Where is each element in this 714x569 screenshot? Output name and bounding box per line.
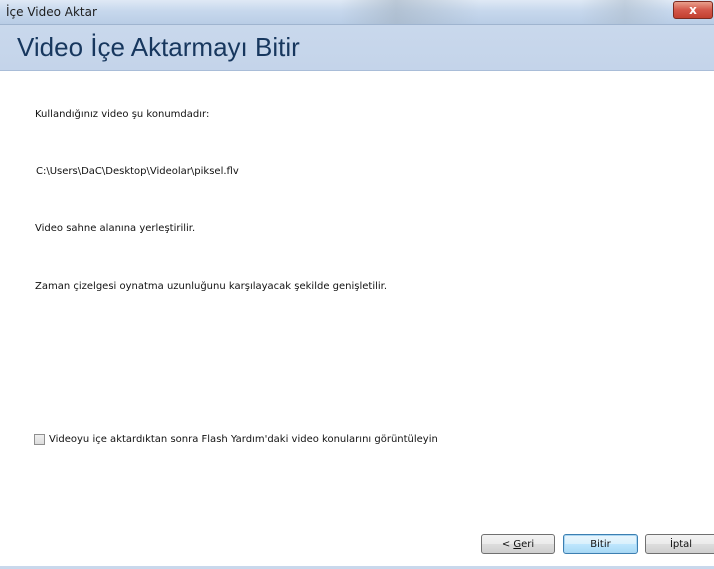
cancel-button-label: İptal xyxy=(669,538,693,550)
stage-note-text: Video sahne alanına yerleştirilir. xyxy=(35,223,196,234)
back-button-accelerator: G xyxy=(513,538,522,550)
help-checkbox-label[interactable]: Videoyu içe aktardıktan sonra Flash Yard… xyxy=(49,434,438,445)
help-checkbox-row[interactable]: Videoyu içe aktardıktan sonra Flash Yard… xyxy=(34,432,438,446)
title-bar: İçe Video Aktar x xyxy=(0,0,714,25)
title-bar-glow xyxy=(340,0,480,24)
cancel-button[interactable]: İptal xyxy=(645,534,714,554)
title-bar-glow xyxy=(580,0,670,24)
finish-button-label: Bitir xyxy=(590,538,611,550)
video-path-text: C:\Users\DaC\Desktop\Videolar\piksel.flv xyxy=(36,166,239,177)
close-icon: x xyxy=(689,3,697,17)
back-button-prefix: < xyxy=(501,538,514,550)
back-button[interactable]: < Geri xyxy=(481,534,555,554)
window-title: İçe Video Aktar xyxy=(6,5,97,19)
timeline-note-text: Zaman çizelgesi oynatma uzunluğunu karşı… xyxy=(35,281,388,292)
wizard-header: Video İçe Aktarmayı Bitir xyxy=(0,25,714,71)
page-title: Video İçe Aktarmayı Bitir xyxy=(17,32,300,62)
close-button[interactable]: x xyxy=(673,1,713,19)
location-intro-text: Kullandığınız video şu konumdadır: xyxy=(35,109,210,120)
finish-button[interactable]: Bitir xyxy=(563,534,638,554)
help-checkbox[interactable] xyxy=(34,433,45,445)
back-button-label: eri xyxy=(521,538,535,550)
